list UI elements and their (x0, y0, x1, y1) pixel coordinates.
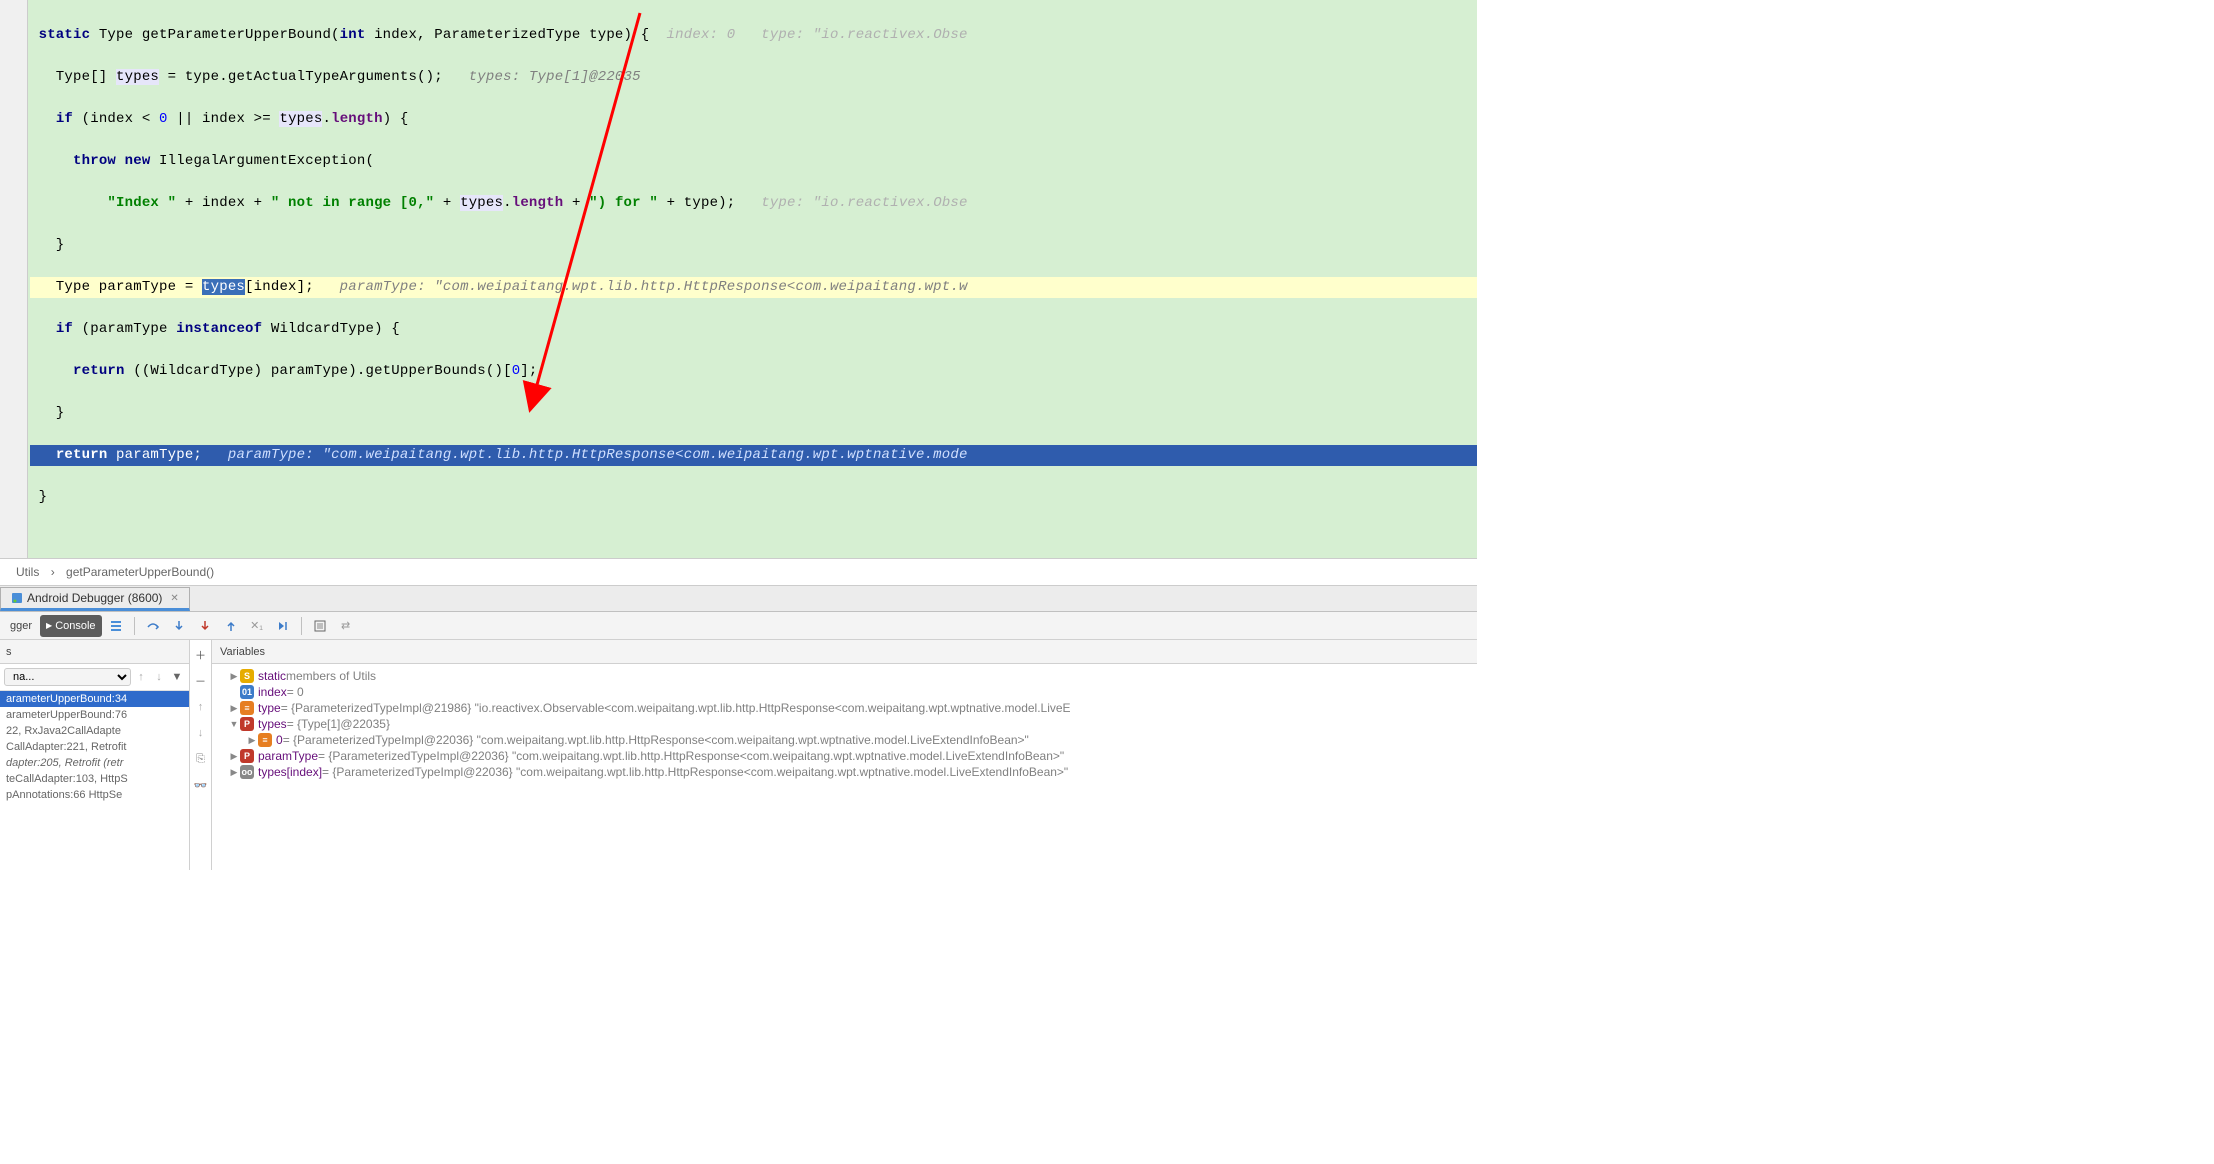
editor-gutter (0, 0, 28, 558)
prev-frame-icon[interactable]: ↑ (133, 666, 149, 688)
frames-toolbar: na... ↑ ↓ ▼ (0, 664, 189, 691)
breadcrumb-method[interactable]: getParameterUpperBound() (66, 565, 214, 579)
frame-item[interactable]: teCallAdapter:103, HttpS (0, 771, 189, 787)
variable-row[interactable]: ▼Ptypes = {Type[1]@22035} (212, 716, 1477, 732)
add-watch-icon[interactable]: ＋ (192, 644, 210, 666)
variables-tree[interactable]: ▶Sstatic members of Utils01index = 0▶≡ty… (212, 664, 1477, 784)
variable-row[interactable]: ▶ootypes[index] = {ParameterizedTypeImpl… (212, 764, 1477, 780)
variables-header: Variables (212, 640, 1477, 664)
variable-row[interactable]: 01index = 0 (212, 684, 1477, 700)
debug-toolbar: gger ▶Console ✕₁ ⇄ (0, 612, 1477, 640)
frames-list[interactable]: arameterUpperBound:34arameterUpperBound:… (0, 691, 189, 803)
frame-item[interactable]: arameterUpperBound:34 (0, 691, 189, 707)
copy-icon[interactable]: ⎘ (192, 748, 210, 770)
trace-icon[interactable]: ⇄ (334, 615, 358, 637)
glasses-icon[interactable]: 👓 (192, 774, 210, 796)
step-into-icon[interactable] (167, 615, 191, 637)
debug-panel: s na... ↑ ↓ ▼ arameterUpperBound:34arame… (0, 640, 1477, 870)
code-editor[interactable]: static Type getParameterUpperBound(int i… (0, 0, 1477, 558)
breadcrumb-class[interactable]: Utils (16, 565, 39, 579)
debug-tabs: Android Debugger (8600) ✕ (0, 586, 1477, 612)
run-to-cursor-icon[interactable] (271, 615, 295, 637)
code-block: static Type getParameterUpperBound(int i… (30, 4, 1477, 550)
next-frame-icon[interactable]: ↓ (151, 666, 167, 688)
frame-item[interactable]: CallAdapter:221, Retrofit (0, 739, 189, 755)
breadcrumb[interactable]: Utils › getParameterUpperBound() (0, 558, 1477, 586)
tab-label: Android Debugger (8600) (27, 591, 162, 605)
variable-row[interactable]: ▶≡type = {ParameterizedTypeImpl@21986} "… (212, 700, 1477, 716)
step-out-icon[interactable] (219, 615, 243, 637)
console-tab[interactable]: ▶Console (40, 615, 102, 637)
drop-frame-icon[interactable]: ✕₁ (245, 615, 269, 637)
frame-item[interactable]: dapter:205, Retrofit (retr (0, 755, 189, 771)
evaluate-icon[interactable] (308, 615, 332, 637)
watch-down-icon[interactable]: ↓ (192, 722, 210, 744)
frame-item[interactable]: arameterUpperBound:76 (0, 707, 189, 723)
watch-up-icon[interactable]: ↑ (192, 696, 210, 718)
debugger-label: gger (4, 620, 38, 632)
remove-watch-icon[interactable]: － (192, 670, 210, 692)
execution-line: return paramType; paramType: "com.weipai… (30, 445, 1477, 466)
frame-item[interactable]: 22, RxJava2CallAdapte (0, 723, 189, 739)
frames-header: s (0, 640, 189, 664)
frame-item[interactable]: pAnnotations:66 HttpSe (0, 787, 189, 803)
frames-panel: s na... ↑ ↓ ▼ arameterUpperBound:34arame… (0, 640, 190, 870)
tab-android-debugger[interactable]: Android Debugger (8600) ✕ (0, 587, 190, 611)
variable-row[interactable]: ▶PparamType = {ParameterizedTypeImpl@220… (212, 748, 1477, 764)
force-step-into-icon[interactable] (193, 615, 217, 637)
filter-icon[interactable]: ▼ (169, 666, 185, 688)
variable-row[interactable]: ▶≡0 = {ParameterizedTypeImpl@22036} "com… (212, 732, 1477, 748)
close-icon[interactable]: ✕ (170, 593, 178, 604)
thread-select[interactable]: na... (4, 668, 131, 686)
debugger-icon (11, 592, 23, 604)
step-over-icon[interactable] (141, 615, 165, 637)
breadcrumb-sep: › (51, 565, 55, 579)
variable-row[interactable]: ▶Sstatic members of Utils (212, 668, 1477, 684)
threads-icon[interactable] (104, 615, 128, 637)
variables-panel: Variables ▶Sstatic members of Utils01ind… (212, 640, 1477, 870)
